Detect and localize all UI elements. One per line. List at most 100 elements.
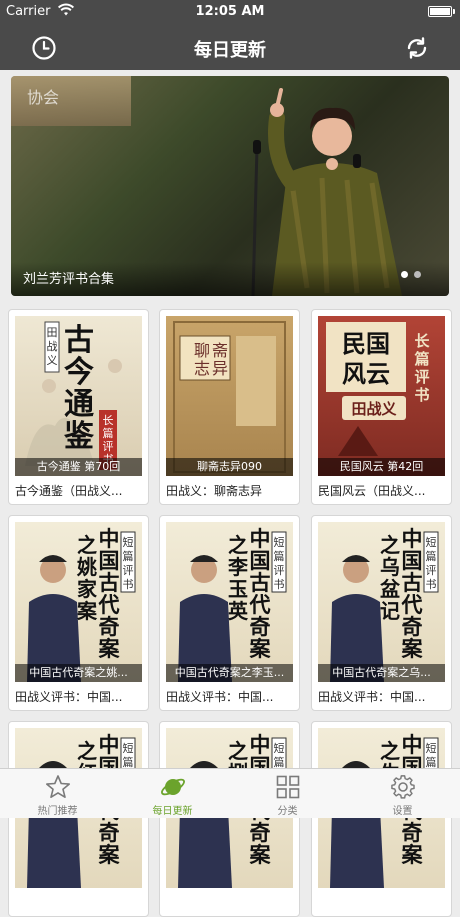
svg-text:古: 古 bbox=[250, 571, 271, 595]
cover-label: 民国风云 第42回 bbox=[318, 458, 445, 476]
album-cover: 民国 风云 田战义 长篇评书民国风云 第42回 bbox=[318, 316, 445, 476]
svg-text:篇: 篇 bbox=[414, 350, 429, 368]
cover-artwork: 短篇评书 中国古代奇案 之乌盆记 bbox=[330, 527, 439, 682]
svg-text:中: 中 bbox=[250, 733, 271, 757]
gear-icon bbox=[391, 775, 415, 799]
album-title: 古今通鉴（田战义... bbox=[15, 484, 123, 498]
tab-label: 每日更新 bbox=[152, 806, 193, 817]
battery-icon bbox=[428, 6, 455, 17]
svg-text:之: 之 bbox=[228, 739, 248, 763]
album-card[interactable]: 短篇评书 中国古代奇案 之姚家案中国古代奇案之姚... 田战义评书：中国... bbox=[8, 515, 149, 711]
cover-label: 古今通鉴 第70回 bbox=[15, 458, 142, 476]
svg-text:风云: 风云 bbox=[342, 360, 390, 388]
svg-text:通: 通 bbox=[64, 387, 94, 422]
tab-categories[interactable]: 分类 bbox=[230, 769, 345, 819]
svg-text:书: 书 bbox=[414, 386, 429, 404]
album-card[interactable]: 短篇评书中国古代奇案之生 bbox=[311, 721, 452, 917]
svg-text:之: 之 bbox=[380, 739, 400, 763]
page-dot-2 bbox=[414, 271, 421, 278]
svg-text:鉴: 鉴 bbox=[63, 419, 95, 454]
svg-text:代: 代 bbox=[98, 593, 120, 617]
refresh-icon[interactable] bbox=[404, 35, 430, 61]
svg-text:书: 书 bbox=[426, 578, 437, 591]
svg-text:篇: 篇 bbox=[103, 426, 114, 440]
banner-backdrop-text: 协会 bbox=[27, 88, 60, 107]
svg-text:奇: 奇 bbox=[250, 821, 271, 845]
album-cover: 田战义古今通鉴长篇评书古今通鉴 第70回 bbox=[15, 316, 142, 476]
tab-label: 分类 bbox=[277, 806, 298, 817]
cover-label: 中国古代奇案之李玉... bbox=[166, 664, 293, 682]
svg-text:姚: 姚 bbox=[76, 555, 97, 579]
status-bar: Carrier 12:05 AM bbox=[0, 0, 460, 24]
svg-text:之: 之 bbox=[380, 533, 400, 557]
svg-text:今: 今 bbox=[64, 355, 94, 390]
svg-text:异: 异 bbox=[212, 359, 228, 378]
svg-text:长: 长 bbox=[103, 414, 114, 427]
cover-label: 中国古代奇案之乌... bbox=[318, 664, 445, 682]
album-cover: 短篇评书 中国古代奇案 之李玉英中国古代奇案之李玉... bbox=[166, 522, 293, 682]
svg-text:篇: 篇 bbox=[123, 549, 134, 563]
cover-artwork: 短篇评书 中国古代奇案 之姚家案 bbox=[27, 527, 136, 682]
album-title: 田战义评书：中国... bbox=[166, 690, 274, 704]
banner-caption: 刘兰芳评书合集 bbox=[23, 272, 115, 287]
album-card[interactable]: 短篇评书 中国古代奇案 之乌盆记中国古代奇案之乌... 田战义评书：中国... bbox=[311, 515, 452, 711]
svg-text:之: 之 bbox=[77, 739, 97, 763]
svg-text:篇: 篇 bbox=[426, 549, 437, 563]
album-cover: 聊斋志异聊斋志异090 bbox=[166, 316, 293, 476]
svg-text:中: 中 bbox=[402, 733, 423, 757]
cover-artwork: 田战义古今通鉴长篇评书 bbox=[25, 321, 122, 470]
album-card[interactable]: 田战义古今通鉴长篇评书古今通鉴 第70回古今通鉴（田战义... bbox=[8, 309, 149, 505]
cover-artwork: 民国风云田战义 长篇评书 bbox=[326, 322, 430, 456]
svg-text:中: 中 bbox=[99, 733, 120, 757]
svg-text:斋: 斋 bbox=[212, 341, 228, 360]
album-title: 田战义：聊斋志异 bbox=[166, 484, 263, 498]
album-card[interactable]: 短篇评书中国古代奇案之捌 bbox=[159, 721, 300, 917]
svg-text:案: 案 bbox=[401, 843, 424, 867]
cover-artwork: 聊斋志异 bbox=[173, 321, 286, 473]
album-cover: 短篇评书 中国古代奇案 之姚家案中国古代奇案之姚... bbox=[15, 522, 142, 682]
svg-text:古: 古 bbox=[64, 323, 94, 358]
page-dot-1 bbox=[401, 271, 408, 278]
album-card[interactable]: 聊斋志异聊斋志异090 田战义：聊斋志异 bbox=[159, 309, 300, 505]
svg-text:短: 短 bbox=[426, 535, 437, 549]
svg-text:聊: 聊 bbox=[194, 341, 210, 360]
album-title: 田战义评书：中国... bbox=[15, 690, 123, 704]
svg-text:奇: 奇 bbox=[402, 821, 423, 845]
grid-icon bbox=[276, 775, 300, 799]
svg-text:战: 战 bbox=[47, 340, 58, 353]
star-icon bbox=[46, 775, 70, 798]
svg-text:评: 评 bbox=[103, 440, 114, 453]
svg-text:国: 国 bbox=[250, 549, 271, 573]
album-cover: 短篇评书 中国古代奇案 之乌盆记中国古代奇案之乌... bbox=[318, 522, 445, 682]
album-card[interactable]: 民国 风云 田战义 长篇评书民国风云 第42回 民国风云（田战义... bbox=[311, 309, 452, 505]
svg-text:评: 评 bbox=[274, 564, 285, 577]
album-card[interactable]: 短篇评书 中国古代奇案 之李玉英中国古代奇案之李玉... 田战义评书：中国... bbox=[159, 515, 300, 711]
nav-bar: 每日更新 bbox=[0, 24, 460, 70]
album-card[interactable]: 短篇评书中国古代奇案之红 bbox=[8, 721, 149, 917]
svg-text:篇: 篇 bbox=[274, 549, 285, 563]
svg-text:义: 义 bbox=[47, 354, 58, 367]
svg-text:家: 家 bbox=[77, 577, 98, 601]
svg-text:评: 评 bbox=[414, 368, 429, 386]
svg-text:古: 古 bbox=[402, 571, 423, 595]
tab-hot-recommend[interactable]: 热门推荐 bbox=[0, 769, 115, 819]
tab-daily-update[interactable]: 每日更新 bbox=[115, 769, 230, 819]
svg-text:书: 书 bbox=[123, 578, 134, 591]
banner-carousel[interactable]: 协会 刘兰芳评书合集 bbox=[11, 76, 449, 296]
svg-text:篇: 篇 bbox=[274, 755, 285, 769]
tab-settings[interactable]: 设置 bbox=[345, 769, 460, 819]
svg-text:短: 短 bbox=[274, 535, 285, 549]
page-indicator bbox=[395, 263, 421, 282]
svg-text:案: 案 bbox=[249, 637, 272, 661]
svg-text:长: 长 bbox=[414, 332, 430, 350]
album-title: 田战义评书：中国... bbox=[318, 690, 426, 704]
svg-text:篇: 篇 bbox=[426, 755, 437, 769]
cover-label: 聊斋志异090 bbox=[166, 458, 293, 476]
svg-text:篇: 篇 bbox=[123, 755, 134, 769]
svg-text:短: 短 bbox=[426, 741, 437, 755]
tab-bar: 热门推荐 每日更新 分类 设置 bbox=[0, 768, 460, 818]
page-title: 每日更新 bbox=[194, 40, 266, 61]
svg-text:国: 国 bbox=[99, 549, 120, 573]
svg-text:案: 案 bbox=[98, 637, 121, 661]
svg-text:志: 志 bbox=[194, 359, 210, 378]
